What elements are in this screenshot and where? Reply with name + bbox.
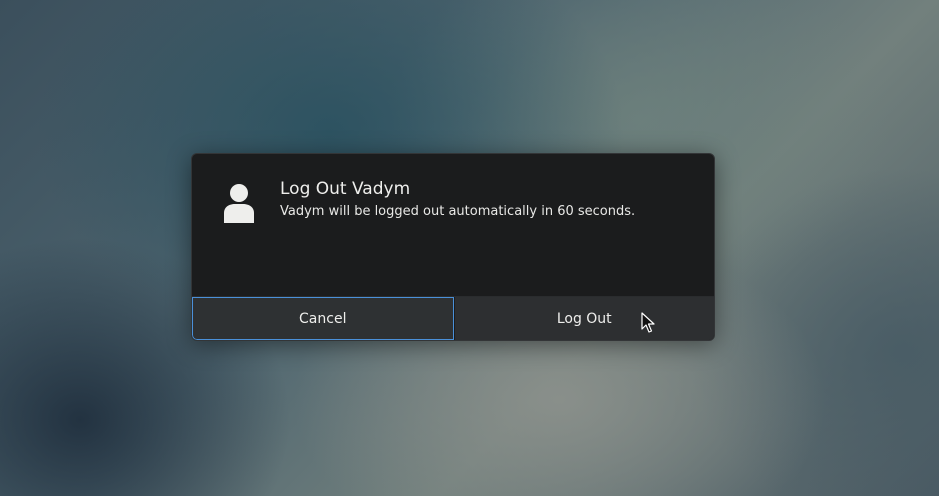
cancel-button-label: Cancel (299, 310, 347, 327)
dialog-message: Vadym will be logged out automatically i… (280, 204, 636, 219)
mouse-pointer-icon (641, 312, 655, 333)
logout-dialog: Log Out Vadym Vadym will be logged out a… (191, 153, 715, 341)
log-out-button[interactable]: Log Out (453, 297, 714, 340)
cancel-button[interactable]: Cancel (192, 297, 454, 340)
log-out-button-label: Log Out (556, 310, 612, 327)
dialog-button-bar: Cancel Log Out (192, 296, 714, 340)
user-avatar-icon (224, 184, 254, 223)
dialog-title: Log Out Vadym (280, 179, 411, 199)
